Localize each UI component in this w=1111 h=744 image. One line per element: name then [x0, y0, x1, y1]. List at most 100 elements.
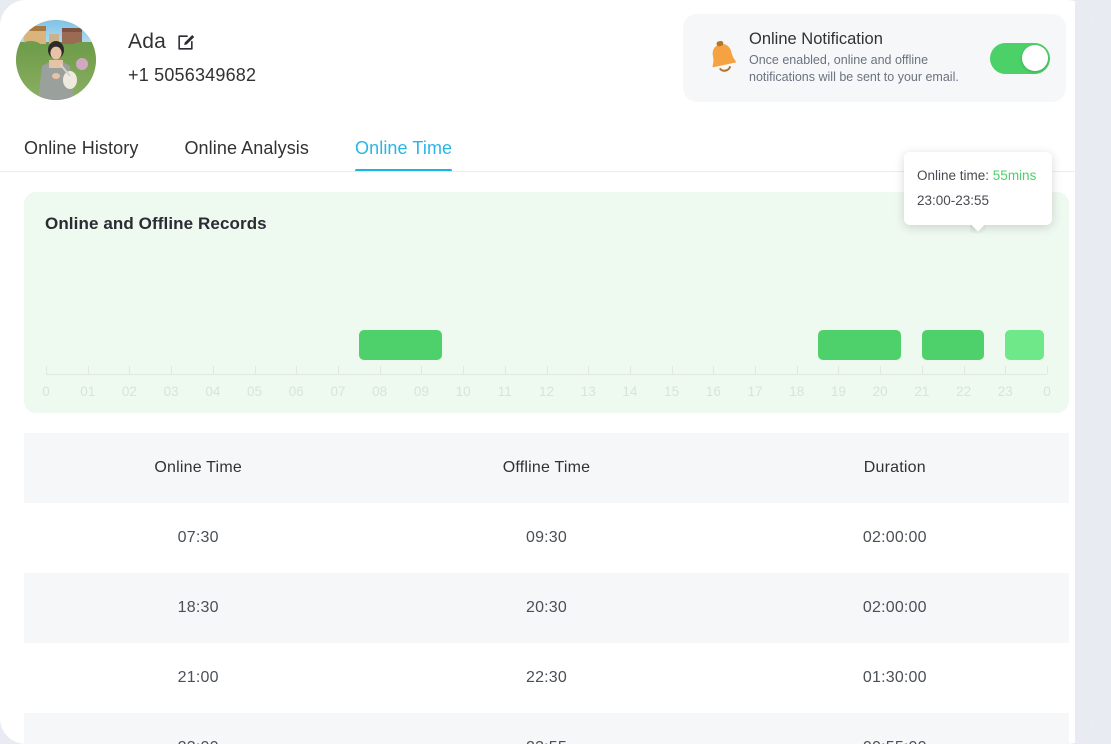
- tab-online-history[interactable]: Online History: [24, 138, 138, 172]
- axis-tick: [463, 366, 465, 374]
- axis-tick: [963, 366, 965, 374]
- bell-icon: [701, 40, 745, 76]
- axis-tick-label: 20: [872, 384, 888, 399]
- chart-plot: 0 01 02 03 04 05 06 07 08 09 10 11 12 13 14 15 16 17 18 19 2…: [42, 262, 1051, 413]
- axis-tick: [129, 366, 131, 374]
- axis-tick-label: 22: [956, 384, 972, 399]
- axis-tick: [546, 366, 548, 374]
- chart-bar-segment[interactable]: [358, 330, 443, 360]
- table-row[interactable]: 23:0023:5500:55:00: [24, 713, 1069, 744]
- tooltip-arrow: [970, 225, 986, 233]
- axis-tick: [337, 366, 339, 374]
- axis-tick-label: 05: [247, 384, 263, 399]
- axis-tick-label: 21: [914, 384, 930, 399]
- chart-bar-segment[interactable]: [1005, 330, 1044, 360]
- online-offline-records-card: Online and Offline Records 0 01 02 03 04 05 06…: [24, 192, 1069, 413]
- axis-tick: [838, 366, 840, 374]
- cell-offline-time: 23:55: [372, 739, 720, 744]
- table-row[interactable]: 21:00 22:30 01:30:00: [24, 643, 1069, 713]
- axis-tick: [379, 366, 381, 374]
- axis-tick-label: 06: [288, 384, 304, 399]
- scrollbar-track[interactable]: [1075, 0, 1093, 744]
- tooltip-label: Online time:: [917, 168, 990, 183]
- axis-tick: [87, 366, 89, 374]
- column-header-offline-time: Offline Time: [502, 459, 591, 476]
- column-header-duration: Duration: [863, 459, 926, 476]
- chart-bar-segment[interactable]: [921, 330, 985, 360]
- axis-tick-label: 16: [705, 384, 721, 399]
- axis-tick: [254, 366, 256, 374]
- axis-tick-label: 04: [205, 384, 221, 399]
- table-body: 07:30 09:30 02:00:00 18:30 20:30 02:00:00 21:0…: [24, 503, 1069, 744]
- tooltip-online-time: Online time: 55mins: [917, 163, 1039, 188]
- axis-tick: [796, 366, 798, 374]
- user-name: Ada: [128, 30, 166, 53]
- axis-tick: [421, 366, 423, 374]
- axis-tick-label: 0: [1043, 384, 1051, 399]
- cell-online-time: 07:30: [177, 529, 219, 546]
- records-table: Online Time Offline Time Duration 07:30 0…: [24, 433, 1069, 744]
- tooltip-value: 55mins: [992, 168, 1037, 183]
- cell-online-time: 18:30: [177, 599, 219, 616]
- axis-tick: [46, 366, 47, 374]
- axis-tick-label: 08: [372, 384, 388, 399]
- tab-online-analysis[interactable]: Online Analysis: [184, 138, 309, 172]
- cell-offline-time: 22:30: [525, 669, 568, 686]
- axis-tick-label: 03: [163, 384, 179, 399]
- cell-duration: 01:30:00: [862, 669, 927, 686]
- cell-duration: 00:55:00: [721, 739, 1069, 744]
- axis-tick-label: 13: [580, 384, 596, 399]
- axis-tick-label: 07: [330, 384, 346, 399]
- axis-tick: [212, 366, 214, 374]
- chart-bars: [46, 330, 1047, 360]
- axis-tick-label: 17: [747, 384, 763, 399]
- cell-duration: 02:00:00: [862, 599, 927, 616]
- notification-toggle[interactable]: [990, 42, 1050, 74]
- chart-bar-segment[interactable]: [817, 330, 901, 360]
- chart-axis: [46, 366, 1048, 375]
- axis-tick-label: 19: [830, 384, 846, 399]
- axis-tick-label: 12: [538, 384, 555, 399]
- notification-description-line1: Once enabled, online and offline: [749, 53, 929, 67]
- notification-title: Online Notification: [749, 30, 883, 48]
- chart-axis-labels: 0 01 02 03 04 05 06 07 08 09 10 11 12 13 14 15 16 17 18 19 2…: [42, 384, 1051, 404]
- cell-offline-time: 20:30: [525, 599, 568, 616]
- axis-tick: [1005, 366, 1007, 374]
- axis-tick-label: 0: [42, 384, 50, 399]
- axis-tick: [1047, 366, 1048, 374]
- cell-duration: 02:00:00: [862, 529, 927, 546]
- axis-tick-label: 10: [455, 384, 471, 399]
- column-header-online-time: Online Time: [154, 459, 242, 476]
- chart-tooltip: Online time: 55mins 23:00-23:55: [904, 152, 1052, 225]
- axis-tick-label: 14: [622, 384, 638, 399]
- axis-tick-label: 18: [789, 384, 805, 399]
- tooltip-range: 23:00-23:55: [917, 193, 990, 208]
- phone-number: +1 5056349682: [128, 65, 257, 85]
- toggle-knob: [1021, 45, 1048, 71]
- name-row: Ada: [128, 30, 256, 54]
- axis-tick: [755, 366, 757, 374]
- table-row[interactable]: 07:30 09:30 02:00:00: [24, 503, 1069, 573]
- cell-online-time: 21:00: [177, 669, 219, 686]
- axis-tick-label: 23: [997, 384, 1013, 399]
- axis-tick: [921, 366, 923, 374]
- cell-offline-time: 09:30: [525, 529, 568, 546]
- axis-tick-label: 09: [413, 384, 429, 399]
- page-root: Ada +1 5056349682 Online Notification On…: [0, 0, 1111, 744]
- axis-tick: [671, 366, 673, 374]
- axis-tick-label: 11: [497, 384, 512, 399]
- axis-tick: [713, 366, 715, 374]
- edit-icon[interactable]: [176, 33, 195, 52]
- table-row[interactable]: 18:30 20:30 02:00:00: [24, 573, 1069, 643]
- avatar[interactable]: [16, 20, 96, 100]
- app-card: Ada +1 5056349682 Online Notification On…: [0, 0, 1093, 744]
- online-notification-card: Online Notification Once enabled, online…: [683, 14, 1066, 102]
- profile-block: Ada +1 5056349682: [16, 20, 256, 100]
- axis-tick: [171, 366, 173, 374]
- notification-description-line2: notifications will be sent to your email…: [749, 70, 959, 84]
- axis-tick-label: 02: [121, 384, 137, 399]
- tab-online-time[interactable]: Online Time: [355, 138, 453, 172]
- avatar-photo: [16, 20, 96, 100]
- notification-texts: Online Notification Once enabled, online…: [745, 30, 982, 86]
- axis-tick-label: 01: [80, 384, 96, 399]
